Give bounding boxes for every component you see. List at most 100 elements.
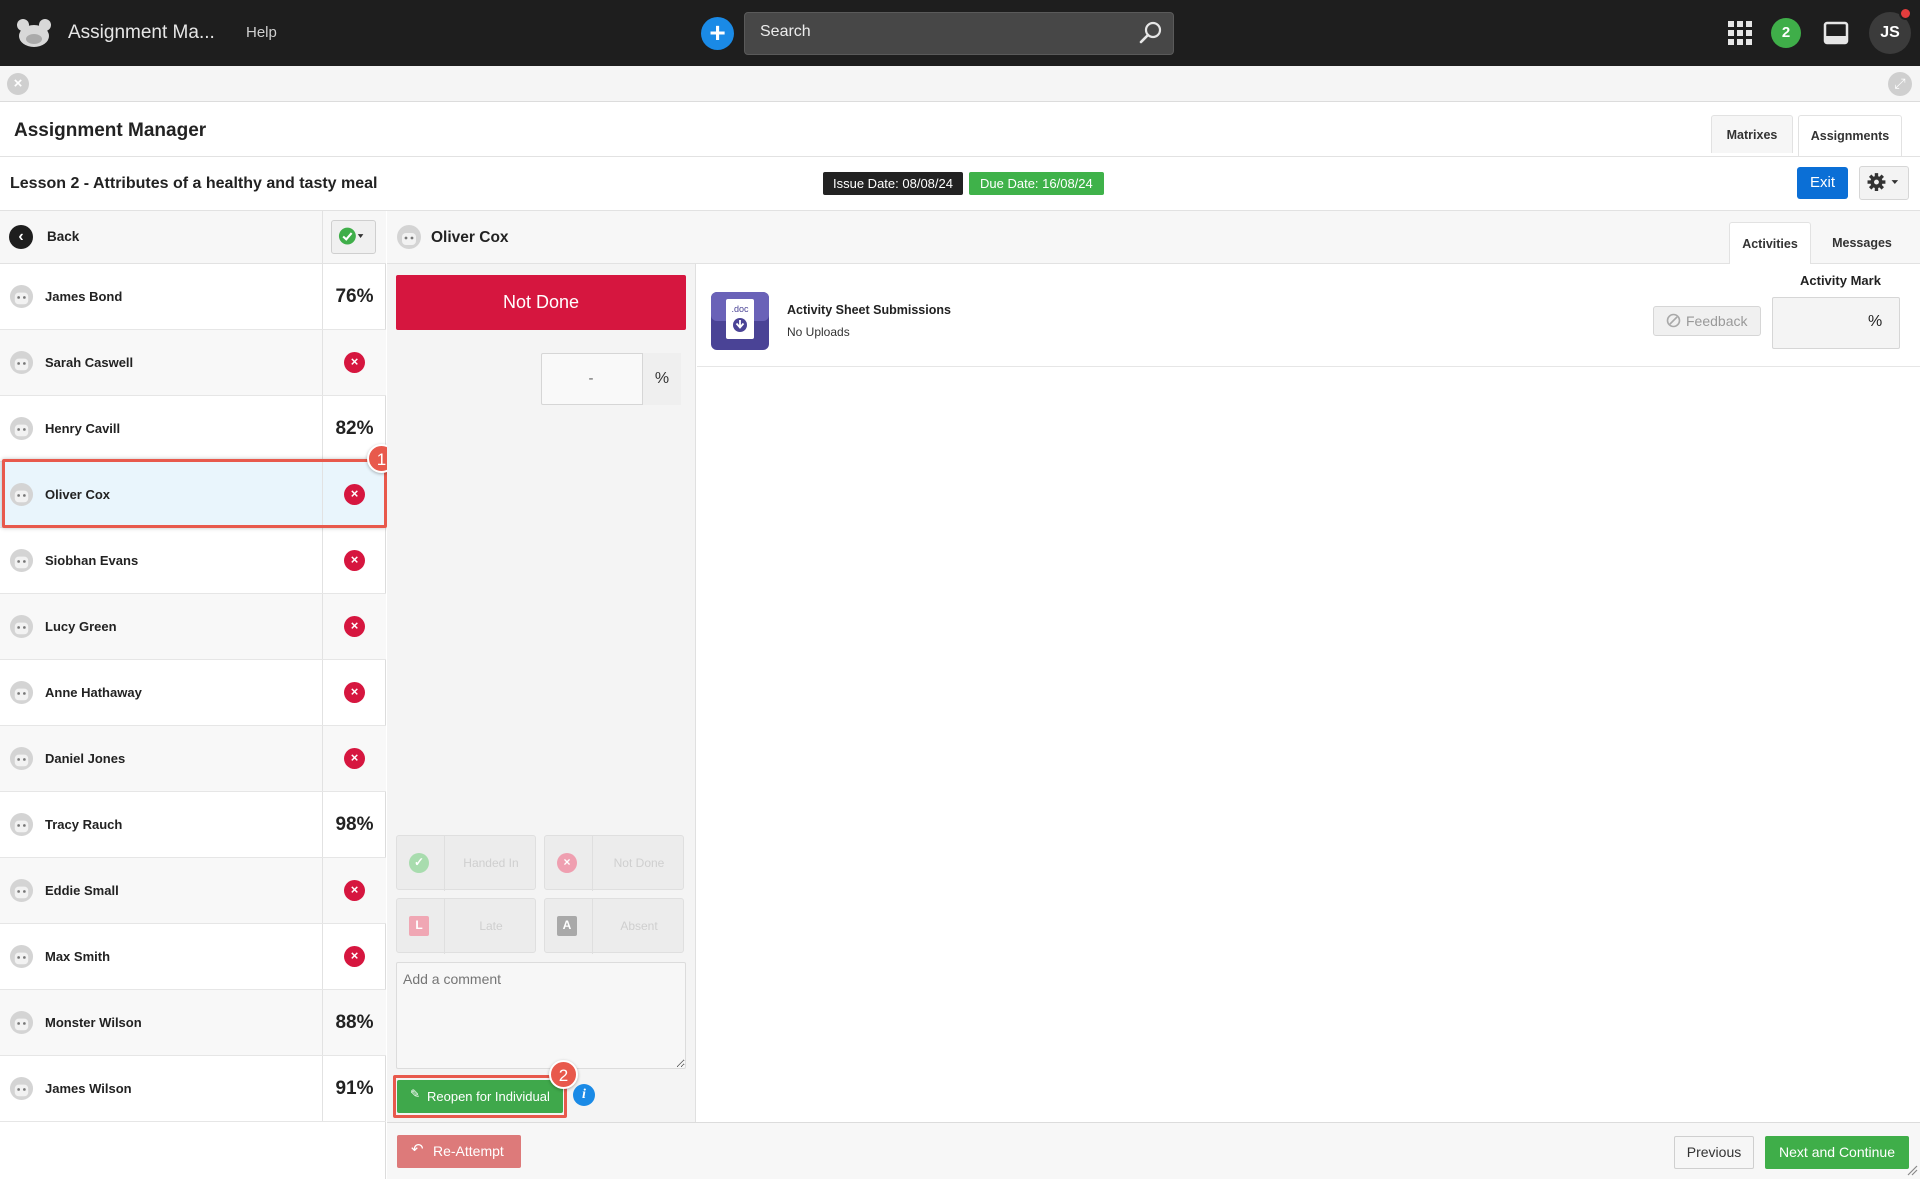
doc-icon-text: .doc <box>731 304 749 314</box>
student-avatar-icon <box>9 944 34 969</box>
student-row[interactable]: Sarah Caswell × <box>0 330 386 396</box>
inbox-icon[interactable] <box>1823 21 1849 45</box>
not-done-icon: × <box>344 550 365 571</box>
feedback-icon <box>1666 313 1681 328</box>
status-banner: Not Done <box>396 275 686 330</box>
student-name: Daniel Jones <box>45 751 126 766</box>
student-avatar-icon <box>9 548 34 573</box>
handed-in-label: Handed In <box>463 856 519 870</box>
tab-assignments[interactable]: Assignments <box>1798 115 1902 156</box>
student-row[interactable]: Henry Cavill 82% <box>0 396 386 462</box>
bulk-status-dropdown[interactable] <box>331 220 376 254</box>
student-avatar-icon <box>9 284 34 309</box>
absent-button[interactable]: A Absent <box>544 898 684 954</box>
student-row[interactable]: Daniel Jones × <box>0 726 386 792</box>
not-done-icon: × <box>344 880 365 901</box>
activity-mark-label: Activity Mark <box>1800 273 1881 288</box>
student-avatar-icon <box>397 225 421 249</box>
back-button[interactable]: Back <box>47 229 79 244</box>
check-circle-icon <box>338 227 364 245</box>
activity-mark-unit: % <box>1868 313 1883 330</box>
student-score-cell: 88% <box>322 990 386 1055</box>
student-score-cell: × <box>322 726 386 791</box>
reopen-for-individual-button[interactable]: Reopen for Individual <box>397 1080 563 1113</box>
not-done-icon: × <box>344 616 365 637</box>
late-button[interactable]: L Late <box>396 898 536 954</box>
lesson-title: Lesson 2 - Attributes of a healthy and t… <box>10 175 378 192</box>
notification-count-badge[interactable]: 2 <box>1771 18 1801 48</box>
activity-uploads-status: No Uploads <box>787 325 850 339</box>
callout-badge-2: 2 <box>549 1060 578 1089</box>
chevron-down-icon <box>1891 180 1899 184</box>
student-row[interactable]: Anne Hathaway × <box>0 660 386 726</box>
previous-button[interactable]: Previous <box>1674 1136 1754 1169</box>
student-name: Monster Wilson <box>45 1015 142 1030</box>
student-row[interactable]: Eddie Small × <box>0 858 386 924</box>
student-row[interactable]: Monster Wilson 88% <box>0 990 386 1056</box>
tab-messages[interactable]: Messages <box>1814 222 1910 263</box>
student-score-cell: × <box>322 858 386 923</box>
overall-mark-unit: % <box>642 353 681 405</box>
doc-file-icon[interactable]: .doc <box>710 291 770 351</box>
student-name: Anne Hathaway <box>45 685 142 700</box>
late-icon: L <box>409 916 429 936</box>
activity-title[interactable]: Activity Sheet Submissions <box>787 303 951 317</box>
not-done-button[interactable]: × Not Done <box>544 835 684 891</box>
tab-activities[interactable]: Activities <box>1729 222 1811 264</box>
handed-in-button[interactable]: ✓ Handed In <box>396 835 536 891</box>
student-name: Henry Cavill <box>45 421 121 436</box>
student-score-cell: × <box>322 924 386 989</box>
student-avatar-icon <box>9 1010 34 1035</box>
student-avatar-icon <box>9 614 34 639</box>
student-row[interactable]: Siobhan Evans × <box>0 528 386 594</box>
info-icon[interactable]: i <box>573 1084 595 1106</box>
student-score-cell: 98% <box>322 792 386 857</box>
student-name: Siobhan Evans <box>45 553 139 568</box>
undo-icon: ↶ <box>411 1141 424 1158</box>
tab-matrixes[interactable]: Matrixes <box>1711 115 1793 153</box>
student-score-cell: 91% <box>322 1056 386 1121</box>
x-icon: × <box>557 853 577 873</box>
student-name: James Bond <box>45 289 123 304</box>
app-logo-icon[interactable] <box>14 14 54 52</box>
back-arrow-icon[interactable]: ‹ <box>9 225 33 249</box>
student-row[interactable]: James Bond 76% <box>0 264 386 330</box>
not-done-icon: × <box>344 946 365 967</box>
overall-mark-value[interactable]: - <box>541 353 641 405</box>
student-row[interactable]: Tracy Rauch 98% <box>0 792 386 858</box>
absent-label: Absent <box>620 919 658 933</box>
app-title[interactable]: Assignment Ma... <box>68 22 215 44</box>
pencil-icon: ✎ <box>410 1087 421 1101</box>
close-icon[interactable]: × <box>7 73 29 95</box>
student-name: Sarah Caswell <box>45 355 134 370</box>
settings-dropdown-button[interactable] <box>1859 166 1909 200</box>
student-avatar-icon <box>9 680 34 705</box>
help-link[interactable]: Help <box>246 24 277 41</box>
resize-grip-icon[interactable] <box>1906 1164 1918 1176</box>
expand-icon[interactable]: ⤢ <box>1888 72 1912 96</box>
student-name: Eddie Small <box>45 883 119 898</box>
not-done-label: Not Done <box>613 856 665 870</box>
student-row[interactable]: Lucy Green × <box>0 594 386 660</box>
student-avatar-icon <box>9 746 34 771</box>
student-avatar-icon <box>9 878 34 903</box>
search-icon[interactable] <box>1138 20 1164 46</box>
student-score-cell: 76% <box>322 264 386 329</box>
window-strip <box>0 66 1920 102</box>
student-avatar-icon <box>9 350 34 375</box>
due-date-badge: Due Date: 16/08/24 <box>969 172 1104 195</box>
student-header <box>387 211 1920 264</box>
student-row[interactable]: James Wilson 91% <box>0 1056 386 1122</box>
gear-icon <box>1867 173 1899 191</box>
comment-input[interactable] <box>396 962 686 1069</box>
student-avatar-icon <box>9 1076 34 1101</box>
apps-grid-icon[interactable] <box>1728 21 1752 45</box>
next-and-continue-button[interactable]: Next and Continue <box>1765 1136 1909 1169</box>
check-icon: ✓ <box>409 853 429 873</box>
exit-button[interactable]: Exit <box>1797 167 1848 199</box>
student-name: Tracy Rauch <box>45 817 123 832</box>
student-row[interactable]: Max Smith × <box>0 924 386 990</box>
add-button[interactable]: + <box>701 17 734 50</box>
user-alert-dot <box>1899 7 1912 20</box>
not-done-icon: × <box>344 352 365 373</box>
